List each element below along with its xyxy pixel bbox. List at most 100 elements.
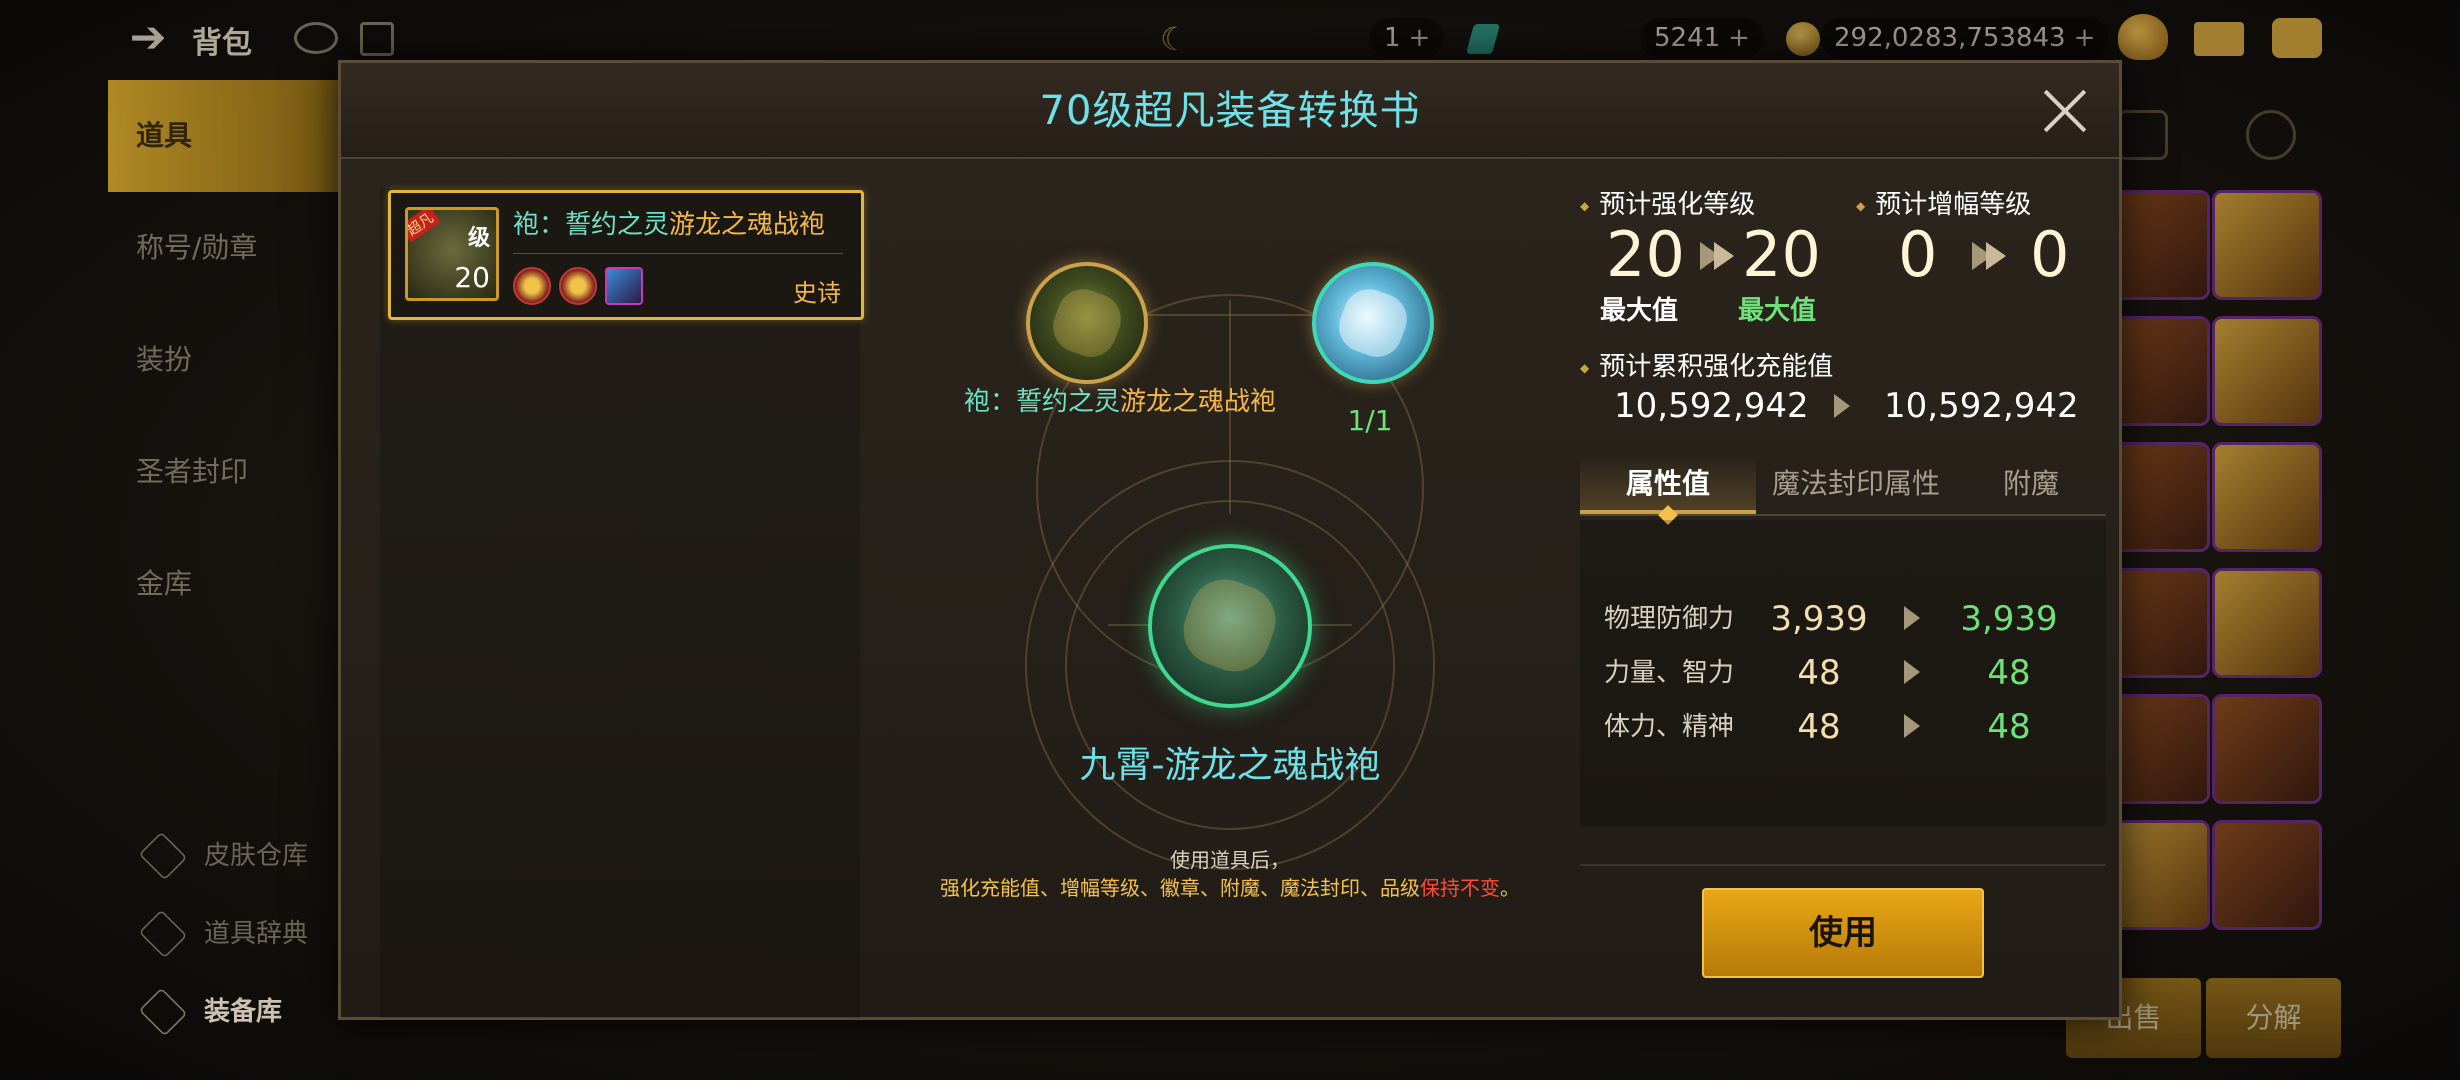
selected-item-card[interactable]: 超凡 级 20 袍：誓约之灵游龙之魂战袍 史诗 [388,190,864,320]
emblem-icon [559,267,597,305]
result-equipment-icon[interactable] [1148,544,1312,708]
tab-magic-seal[interactable]: 魔法封印属性 [1756,454,1956,514]
tab-equipment-icon[interactable] [2118,110,2168,160]
divider [1580,864,2106,866]
sidebar-item-titles[interactable]: 称号/勋章 [108,192,338,304]
item-thumb-plus: 20 [454,261,490,294]
skin-storage-label: 皮肤仓库 [204,841,309,871]
sidebar-item-seal[interactable]: 圣者封印 [108,416,338,528]
attribute-new: 48 [1987,653,2031,693]
enhance-to-tag: 最大值 [1738,296,1817,326]
amplify-from: 0 [1898,218,1938,291]
currency-3[interactable]: 292,0283,753843 + [1820,18,2110,58]
close-icon[interactable] [2037,83,2093,139]
back-arrow-icon[interactable]: ➔ [122,14,174,62]
source-name-suffix: 游龙之魂战袍 [1120,387,1277,417]
equipment-storage-label: 装备库 [204,997,283,1027]
currency-1[interactable]: 1 + [1370,18,1445,58]
inventory-slot[interactable] [2212,442,2322,552]
attribute-tabs: 属性值 魔法封印属性 附魔 [1580,454,2106,516]
attribute-row: 力量、智力 48 48 [1604,646,2084,700]
attribute-old: 3,939 [1770,599,1868,639]
usage-note-end: 。 [1500,876,1520,900]
arrow-icon [1904,714,1920,738]
amplify-level-label: 预计增幅等级 [1856,184,2031,221]
equipment-storage-link[interactable]: 装备库 [134,982,282,1042]
mail-icon[interactable] [2194,22,2244,56]
item-thumbnail: 超凡 级 20 [405,207,499,301]
attribute-name: 物理防御力 [1604,604,1735,634]
book-count: 1/1 [1347,404,1393,437]
eye-icon[interactable] [294,22,338,54]
sidebar: 道具 称号/勋章 装扮 圣者封印 金库 [108,80,338,640]
arrow-icon [1700,242,1734,270]
usage-note-main: 强化充能值、增幅等级、徽章、附魔、魔法封印、品级 [940,876,1420,900]
disassemble-button[interactable]: 分解 [2206,978,2341,1058]
enhance-from-tag: 最大值 [1600,296,1679,326]
source-name-prefix: 袍：誓约之灵 [963,387,1120,417]
money-bag-icon[interactable] [2118,14,2168,60]
tab-enchant[interactable]: 附魔 [1956,454,2106,514]
inventory-slot[interactable] [2212,694,2322,804]
item-name: 袍：誓约之灵游龙之魂战袍 [513,205,825,245]
modal-header: 70级超凡装备转换书 [341,63,2119,159]
tab-star-icon[interactable] [2246,110,2296,160]
arrow-icon [1904,606,1920,630]
currency-1-value: 1 [1384,23,1401,53]
item-dictionary-label: 道具辞典 [204,919,309,949]
inventory-slot[interactable] [2212,316,2322,426]
currency-3-plus[interactable]: + [2074,23,2096,53]
game-screen: ➔ 背包 ☾ 1 + 5241 + 292,0283,753843 + 道具 称号/勋… [0,0,2460,1080]
charge-value-label: 预计累积强化充能值 [1580,346,1833,383]
equipment-storage-icon [138,987,188,1037]
sidebar-item-vault[interactable]: 金库 [108,528,338,640]
orb-detail [1046,282,1128,364]
chat-icon[interactable] [2272,18,2322,58]
skin-storage-icon [138,831,188,881]
usage-note-warn: 保持不变 [1420,876,1500,900]
emblem-icon [513,267,551,305]
orb-detail [1332,282,1414,364]
source-equipment-icon[interactable] [1026,262,1148,384]
attribute-new: 3,939 [1960,599,2058,639]
item-rarity: 史诗 [793,279,841,307]
moon-icon: ☾ [1160,20,1189,58]
sidebar-item-avatar[interactable]: 装扮 [108,304,338,416]
enhance-to: 20 [1742,218,1821,291]
attribute-row: 体力、精神 48 48 [1604,700,2084,754]
item-thumb-tag: 超凡 [408,210,441,243]
attribute-old: 48 [1797,653,1841,693]
skin-storage-link[interactable]: 皮肤仓库 [134,826,308,886]
modal-title: 70级超凡装备转换书 [1039,88,1421,134]
bag-title: 背包 [192,26,252,61]
currency-2[interactable]: 5241 + [1640,18,1764,58]
gold-coin-icon [1786,22,1820,56]
attribute-old: 48 [1797,707,1841,747]
enhance-level-label: 预计强化等级 [1580,184,1755,221]
enhance-from: 20 [1606,218,1685,291]
orb-detail [1174,570,1286,682]
result-item-name: 九霄-游龙之魂战袍 [1079,745,1381,786]
currency-2-plus[interactable]: + [1728,23,1750,53]
charge-to: 10,592,942 [1884,386,2079,426]
currency-1-plus[interactable]: + [1409,23,1431,53]
inventory-slot[interactable] [2212,820,2322,930]
sidebar-item-items[interactable]: 道具 [108,80,338,192]
item-dictionary-link[interactable]: 道具辞典 [134,904,308,964]
conversion-book-icon[interactable] [1312,262,1434,384]
usage-note-line1: 使用道具后， [1170,848,1290,872]
divider [513,253,843,254]
ritual-line [1140,314,1320,316]
attribute-new: 48 [1987,707,2031,747]
attribute-row: 物理防御力 3,939 3,939 [1604,592,2084,646]
arrow-icon [1834,394,1850,418]
use-button[interactable]: 使用 [1702,888,1984,978]
currency-2-value: 5241 [1654,23,1721,53]
inventory-slot[interactable] [2212,190,2322,300]
gem-icon [1465,24,1501,54]
charge-from: 10,592,942 [1614,386,1809,426]
book-icon[interactable] [360,22,394,56]
usage-note-line2: 强化充能值、增幅等级、徽章、附魔、魔法封印、品级保持不变。 [870,872,1590,901]
inventory-slot[interactable] [2212,568,2322,678]
arrow-icon [1972,242,2006,270]
